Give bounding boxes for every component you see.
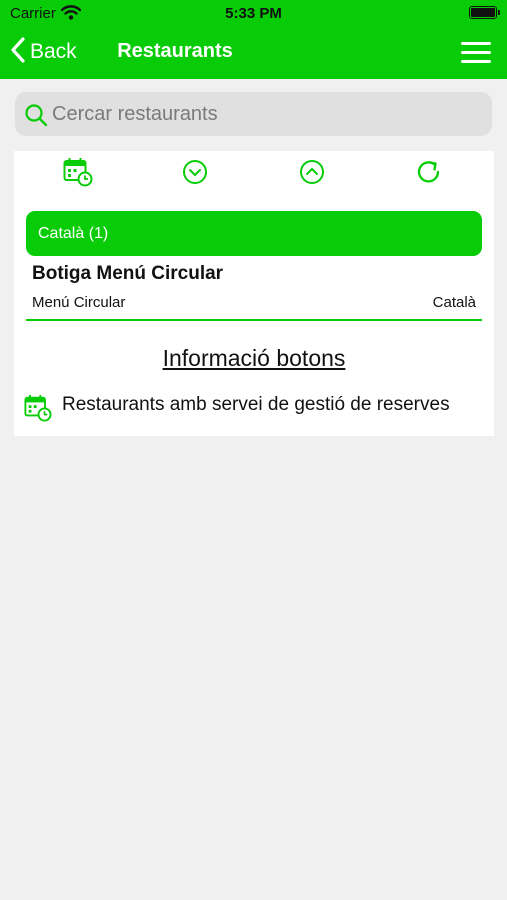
restaurant-name: Botiga Menú Circular [32,263,224,284]
restaurants-panel: Català (1) Botiga Menú Circular Menú Cir… [14,151,494,436]
row-divider [26,319,482,321]
navigation-bar: Carrier 5:33 PM Back Restaurants [0,0,507,79]
status-time: 5:33 PM [225,5,282,22]
language-group-header[interactable]: Català (1) [26,211,482,256]
restaurant-language: Català [432,294,476,311]
calendar-clock-icon [24,394,52,427]
search-icon [25,104,48,127]
page-title: Restaurants [117,40,233,62]
chevron-down-circle-icon[interactable] [182,159,208,190]
legend-text: Restaurants amb servei de gestió de rese… [62,394,450,415]
search-input[interactable] [52,92,482,136]
refresh-icon[interactable] [415,158,443,191]
calendar-clock-icon[interactable] [63,157,93,192]
info-heading: Informació botons [162,345,346,371]
chevron-up-circle-icon[interactable] [299,159,325,190]
battery-icon [469,6,500,19]
status-bar: Carrier 5:33 PM [0,0,507,28]
search-bar [15,92,492,136]
hamburger-menu-icon[interactable] [461,42,491,64]
restaurant-menu: Menú Circular [32,294,126,311]
